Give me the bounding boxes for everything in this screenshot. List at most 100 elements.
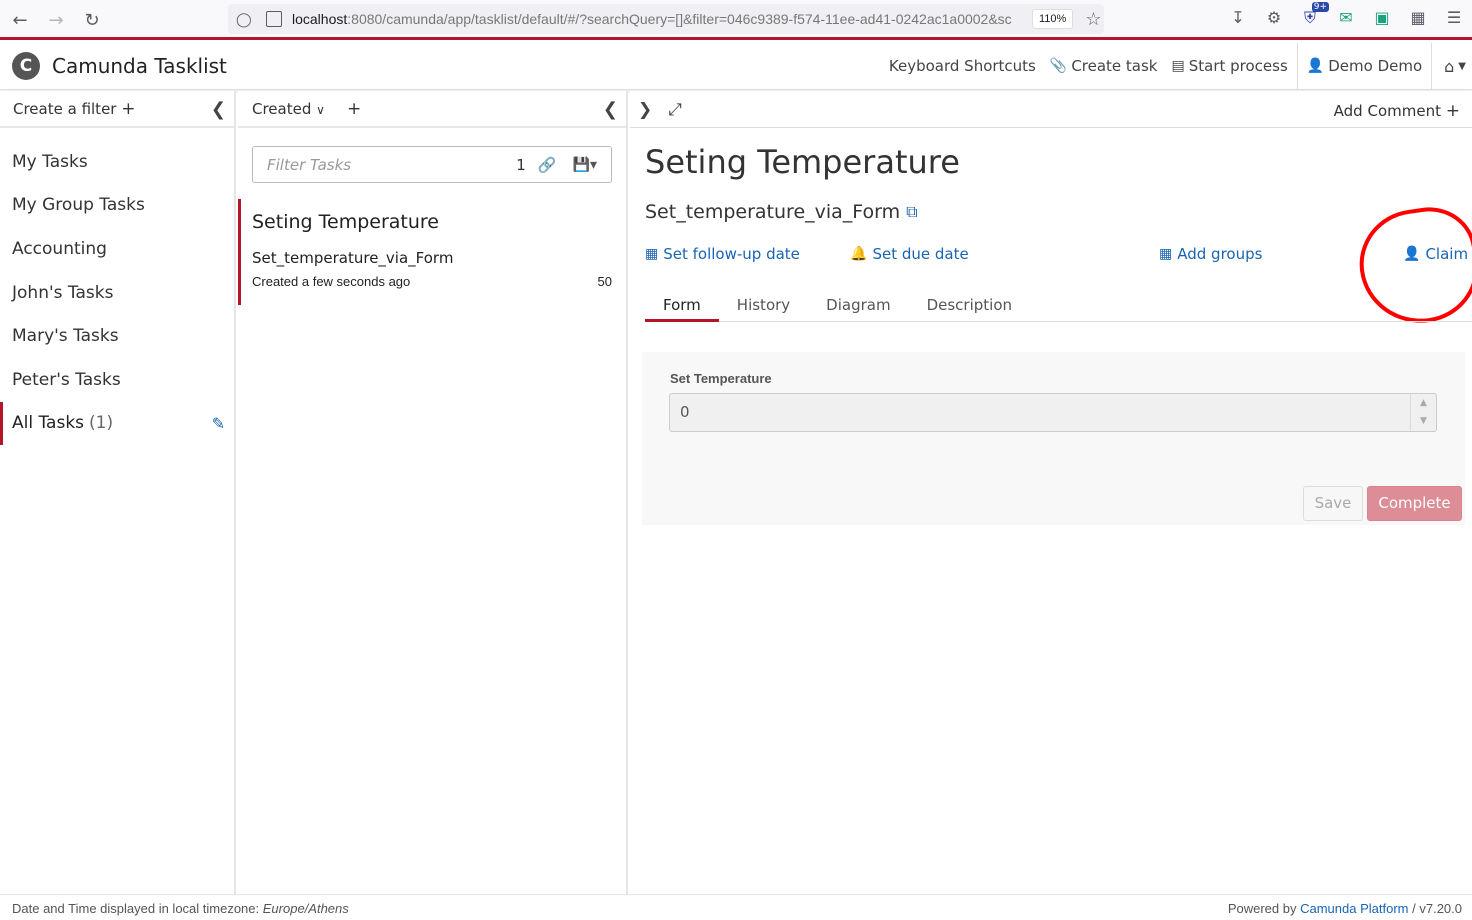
list-icon: ▤ [1171,58,1185,74]
task-process-link[interactable]: Set_temperature_via_Form ⧉ [645,201,918,223]
spin-up-icon[interactable]: ▲ [1411,394,1436,412]
link-icon[interactable]: 🔗 [538,156,557,174]
address-bar[interactable]: ◯ localhost:8080/camunda/app/tasklist/de… [228,4,1104,34]
add-sort-plus-icon[interactable]: + [347,99,361,119]
extensions-icon[interactable]: ⚙ [1263,8,1285,30]
chevron-down-icon: ∨ [316,102,325,117]
pencil-icon[interactable]: ✎ [212,414,225,433]
app-header: C Camunda Tasklist Keyboard Shortcuts 📎 C… [0,43,1472,90]
plus-icon: + [121,98,136,119]
browser-toolbar: ← → ↻ ◯ localhost:8080/camunda/app/taskl… [0,0,1472,40]
task-view-controls: ❯ ⤢ [638,100,682,120]
save-button[interactable]: Save [1303,486,1363,521]
expand-chevron-icon[interactable]: ❯ [638,100,652,120]
filter-count: (1) [89,413,114,434]
tab-form[interactable]: Form [645,288,719,322]
follow-up-label: Set follow-up date [663,245,800,263]
due-date-label: Set due date [872,245,969,263]
set-due-date-button[interactable]: 🔔 Set due date [850,245,969,263]
start-process-link[interactable]: ▤ Start process [1165,57,1295,75]
plus-icon: + [1445,101,1460,121]
number-spinner[interactable]: ▲ ▼ [1410,394,1436,431]
user-menu[interactable]: 👤 Demo Demo [1300,57,1429,75]
filters-panel: Create a filter + ❮ My Tasks My Group Ta… [0,91,236,894]
home-menu[interactable]: ⌂ ▼ [1434,57,1472,76]
powered-by-label: Powered by [1227,901,1297,916]
filter-label: My Tasks [12,151,88,172]
bookmark-star-icon[interactable]: ☆ [1085,9,1101,30]
temperature-value: 0 [680,403,690,421]
tab-history[interactable]: History [719,288,808,322]
complete-button[interactable]: Complete [1367,486,1462,521]
filter-label: Mary's Tasks [12,326,119,347]
app-title[interactable]: Camunda Tasklist [52,54,227,78]
maximize-icon[interactable]: ⤢ [668,100,682,120]
back-arrow-icon[interactable]: ← [2,2,38,38]
timezone-prefix: Date and Time displayed in local timezon… [12,901,260,916]
camunda-platform-link[interactable]: Camunda Platform [1300,901,1408,916]
user-icon: 👤 [1306,58,1325,74]
filter-marys-tasks[interactable]: Mary's Tasks [0,314,234,358]
timezone-note: Date and Time displayed in local timezon… [12,901,349,916]
create-task-link[interactable]: 📎 Create task [1043,57,1165,75]
reload-icon[interactable]: ↻ [74,2,110,38]
header-divider [1431,43,1433,89]
filter-label: All Tasks [12,413,85,434]
zoom-level[interactable]: 110% [1032,9,1074,29]
keyboard-shortcuts-link[interactable]: Keyboard Shortcuts [882,57,1043,75]
filter-accounting[interactable]: Accounting [0,227,234,271]
timezone-value: Europe/Athens [262,901,349,916]
filter-my-tasks[interactable]: My Tasks [0,140,234,184]
task-tabs: Form History Diagram Description [645,288,1472,322]
filter-peters-tasks[interactable]: Peter's Tasks [0,358,234,402]
task-name: Seting Temperature [252,211,439,233]
task-list-panel: Created ∨ + ❮ Filter Tasks 1 🔗 💾▾ Seting… [238,91,628,894]
filter-tasks-input[interactable]: Filter Tasks 1 🔗 💾▾ [252,146,612,183]
tab-diagram[interactable]: Diagram [808,288,908,322]
filters-header: Create a filter + ❮ [0,91,234,128]
camunda-logo[interactable]: C [12,52,40,80]
downloads-icon[interactable]: ↧ [1227,8,1249,30]
mail-extension-icon[interactable]: ✉ [1335,8,1357,30]
shield-extension-icon[interactable]: ⛨ 9+ [1299,2,1329,30]
tab-description[interactable]: Description [909,288,1030,322]
sort-label: Created [252,99,312,118]
header-nav: Keyboard Shortcuts 📎 Create task ▤ Start p… [882,43,1472,89]
shield-icon[interactable]: ◯ [236,11,254,28]
collapse-chevron-icon[interactable]: ❮ [211,99,226,120]
filter-johns-tasks[interactable]: John's Tasks [0,271,234,315]
collapse-chevron-icon[interactable]: ❮ [603,99,618,120]
set-temperature-label: Set Temperature [670,371,772,386]
create-filter-button[interactable]: Create a filter + [13,99,136,119]
bell-icon: 🔔 [850,246,868,262]
add-groups-button[interactable]: ▦ Add groups [1159,245,1262,263]
task-priority: 50 [597,274,612,289]
add-comment-label: Add Comment [1333,102,1441,120]
version-label: / v7.20.0 [1412,901,1462,916]
filter-my-group-tasks[interactable]: My Group Tasks [0,184,234,228]
filter-label: John's Tasks [12,282,114,303]
url-text[interactable]: localhost:8080/camunda/app/tasklist/defa… [292,11,1024,27]
external-link-icon[interactable]: ⧉ [906,202,917,222]
menu-icon[interactable]: ☰ [1443,8,1465,30]
qr-code-icon[interactable]: ▦ [1407,8,1429,30]
set-temperature-input[interactable]: 0 ▲ ▼ [669,393,1437,432]
add-comment-button[interactable]: Add Comment + [1334,101,1460,121]
task-list-item[interactable]: Seting Temperature Set_temperature_via_F… [238,199,626,305]
set-follow-up-date-button[interactable]: ▦ Set follow-up date [645,245,800,263]
user-name: Demo Demo [1328,57,1423,75]
filter-all-tasks[interactable]: All Tasks (1) ✎ [0,401,234,446]
search-placeholder: Filter Tasks [267,155,352,174]
header-divider [1296,43,1298,89]
task-list-header: Created ∨ + ❮ [238,91,626,128]
task-title: Seting Temperature [645,143,960,181]
forward-arrow-icon[interactable]: → [38,2,74,38]
sort-dropdown[interactable]: Created ∨ [252,100,325,118]
save-icon[interactable]: 💾▾ [573,157,597,173]
save-extension-icon[interactable]: ▣ [1371,8,1393,30]
task-created: Created a few seconds ago [252,274,411,289]
result-count: 1 [516,155,526,174]
spin-down-icon[interactable]: ▼ [1411,412,1436,430]
extension-badge: 9+ [1311,2,1329,12]
add-groups-label: Add groups [1177,245,1263,263]
